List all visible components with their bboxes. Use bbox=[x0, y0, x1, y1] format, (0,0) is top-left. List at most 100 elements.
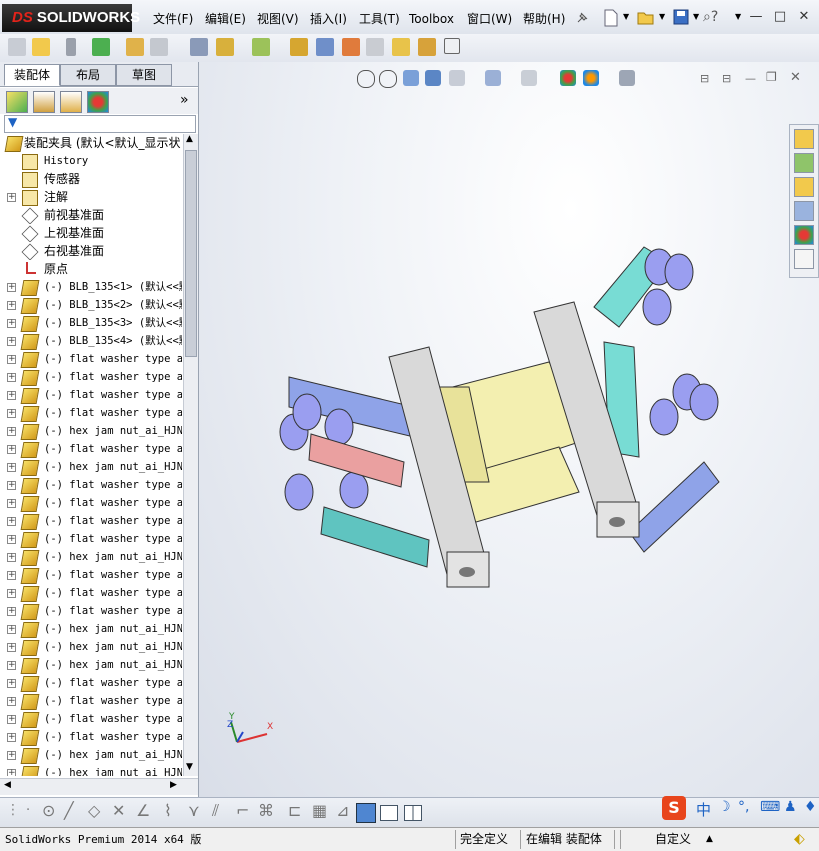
tree-item[interactable]: + (-) flat washer type a bbox=[0, 404, 182, 422]
solidworks-logo[interactable]: DS SOLIDWORKS bbox=[2, 4, 140, 32]
tree-item[interactable]: History bbox=[0, 152, 182, 170]
viewport-split-right-icon[interactable]: ⊟ bbox=[722, 72, 731, 85]
expand-toggle-icon[interactable]: + bbox=[7, 283, 16, 292]
save-icon[interactable] bbox=[672, 8, 690, 26]
point-icon[interactable]: · bbox=[26, 803, 30, 818]
view-palette-icon[interactable] bbox=[794, 201, 814, 221]
zoom-to-fit-icon[interactable] bbox=[357, 70, 375, 88]
expand-toggle-icon[interactable]: + bbox=[7, 319, 16, 328]
instant3d-icon[interactable] bbox=[392, 38, 410, 56]
trim-icon[interactable]: ✕ bbox=[112, 801, 125, 820]
expand-toggle-icon[interactable]: + bbox=[7, 409, 16, 418]
expand-toggle-icon[interactable]: + bbox=[7, 571, 16, 580]
tree-item[interactable]: 传感器 bbox=[0, 170, 182, 188]
file-explorer-icon[interactable] bbox=[794, 177, 814, 197]
dimension-icon[interactable]: ⊏ bbox=[288, 801, 301, 820]
tree-item[interactable]: + (-) hex jam nut_ai_HJNU bbox=[0, 746, 182, 764]
graphics-area[interactable]: X Y Z bbox=[199, 62, 819, 797]
take-snapshot-icon[interactable] bbox=[444, 38, 460, 54]
viewport-close-icon[interactable]: ✕ bbox=[790, 70, 801, 85]
restore-icon[interactable]: □ bbox=[772, 9, 788, 25]
menu-window[interactable]: 窗口(W) bbox=[467, 10, 512, 28]
tree-item[interactable]: + (-) hex jam nut_ai_HJNU bbox=[0, 548, 182, 566]
exploded-view-icon[interactable] bbox=[342, 38, 360, 56]
relations-icon[interactable]: ⊿ bbox=[336, 801, 349, 820]
view-settings-icon[interactable] bbox=[619, 70, 635, 86]
tree-item[interactable]: + (-) hex jam nut_ai_HJNU bbox=[0, 458, 182, 476]
expand-toggle-icon[interactable]: + bbox=[7, 355, 16, 364]
tab-assembly[interactable]: 装配体 bbox=[4, 64, 60, 86]
assembly-model[interactable] bbox=[199, 62, 819, 797]
ime-language-toggle[interactable]: 中 bbox=[696, 799, 711, 820]
circle-icon[interactable]: ⊙ bbox=[42, 801, 55, 820]
tab-layout[interactable]: 布局 bbox=[60, 64, 116, 86]
menu-file[interactable]: 文件(F) bbox=[153, 10, 193, 28]
tree-item[interactable]: + (-) hex jam nut_ai_HJNU bbox=[0, 422, 182, 440]
tree-item[interactable]: + (-) flat washer type a bbox=[0, 386, 182, 404]
polygon-icon[interactable]: ◇ bbox=[88, 801, 100, 820]
grid-icon[interactable]: ▦ bbox=[312, 801, 327, 820]
reference-geometry-icon[interactable] bbox=[252, 38, 270, 56]
tree-item[interactable]: 前视基准面 bbox=[0, 206, 182, 224]
tree-root-assembly[interactable]: 装配夹具 (默认<默认_显示状 bbox=[0, 134, 182, 152]
line-icon[interactable]: ╱ bbox=[64, 801, 74, 820]
expand-toggle-icon[interactable]: + bbox=[7, 661, 16, 670]
pin-icon[interactable] bbox=[574, 10, 590, 26]
feature-tree-icon[interactable] bbox=[6, 91, 28, 113]
viewport-restore-icon[interactable]: ❐ bbox=[766, 70, 777, 84]
expand-toggle-icon[interactable]: + bbox=[7, 553, 16, 562]
tree-item[interactable]: + (-) flat washer type a bbox=[0, 494, 182, 512]
display-style-icon[interactable] bbox=[485, 70, 501, 86]
appearances-icon[interactable] bbox=[794, 225, 814, 245]
edit-appearance-icon[interactable] bbox=[560, 70, 576, 86]
viewport-minimize-icon[interactable]: — bbox=[745, 72, 756, 85]
expand-toggle-icon[interactable]: + bbox=[7, 193, 16, 202]
chevron-down-icon[interactable]: ▼ bbox=[623, 12, 629, 21]
expand-toggle-icon[interactable]: + bbox=[7, 697, 16, 706]
display-manager-icon[interactable] bbox=[87, 91, 109, 113]
previous-view-icon[interactable] bbox=[403, 70, 419, 86]
zoom-to-area-icon[interactable] bbox=[379, 70, 397, 88]
punctuation-icon[interactable]: °, bbox=[738, 799, 749, 815]
expand-toggle-icon[interactable]: + bbox=[7, 481, 16, 490]
scroll-left-icon[interactable]: ◀ bbox=[4, 780, 11, 790]
expand-toggle-icon[interactable]: + bbox=[7, 589, 16, 598]
mate-icon[interactable] bbox=[32, 38, 50, 56]
expand-toggle-icon[interactable]: + bbox=[7, 715, 16, 724]
tree-scroll-thumb[interactable] bbox=[185, 150, 197, 357]
new-document-icon[interactable] bbox=[602, 8, 620, 28]
tree-item[interactable]: + (-) flat washer type a bbox=[0, 440, 182, 458]
expand-toggle-icon[interactable]: + bbox=[7, 751, 16, 760]
help-options-icon[interactable]: ⌕? bbox=[703, 9, 718, 25]
mirror-icon[interactable]: ⫽ bbox=[212, 801, 219, 821]
tree-item[interactable]: + (-) flat washer type a bbox=[0, 692, 182, 710]
expand-toggle-icon[interactable]: + bbox=[7, 445, 16, 454]
design-library-icon[interactable] bbox=[794, 153, 814, 173]
expand-toggle-icon[interactable]: + bbox=[7, 679, 16, 688]
moon-icon[interactable]: ☽ bbox=[718, 799, 731, 815]
corner-icon[interactable]: ⌐ bbox=[236, 801, 249, 820]
expand-toggle-icon[interactable]: + bbox=[7, 427, 16, 436]
menu-edit[interactable]: 编辑(E) bbox=[205, 10, 246, 28]
tree-item[interactable]: + (-) flat washer type a bbox=[0, 602, 182, 620]
viewport-split-left-icon[interactable]: ⊟ bbox=[700, 72, 709, 85]
tree-filter-input[interactable]: ▼ bbox=[4, 115, 196, 133]
tree-item[interactable]: + (-) BLB_135<1> (默认<<默 bbox=[0, 278, 182, 296]
tree-item[interactable]: 原点 bbox=[0, 260, 182, 278]
linear-pattern-icon[interactable] bbox=[92, 38, 110, 56]
custom-properties-icon[interactable] bbox=[794, 249, 814, 269]
tree-item[interactable]: + (-) flat washer type a bbox=[0, 368, 182, 386]
expand-toggle-icon[interactable]: + bbox=[7, 391, 16, 400]
tree-item[interactable]: + (-) BLB_135<2> (默认<<默 bbox=[0, 296, 182, 314]
expand-toggle-icon[interactable]: + bbox=[7, 607, 16, 616]
tree-item[interactable]: + 注解 bbox=[0, 188, 182, 206]
user-icon[interactable]: ♟ bbox=[784, 799, 797, 815]
offset-icon[interactable]: ⋎ bbox=[188, 801, 200, 820]
tree-horizontal-scrollbar[interactable]: ◀ ▶ bbox=[0, 778, 198, 795]
scroll-up-icon[interactable]: ▲ bbox=[186, 134, 193, 144]
expand-toggle-icon[interactable]: + bbox=[7, 535, 16, 544]
tree-item[interactable]: + (-) flat washer type a bbox=[0, 350, 182, 368]
chevron-down-icon[interactable]: ▼ bbox=[693, 12, 699, 21]
scroll-right-icon[interactable]: ▶ bbox=[170, 780, 177, 790]
configuration-manager-icon[interactable] bbox=[60, 91, 82, 113]
